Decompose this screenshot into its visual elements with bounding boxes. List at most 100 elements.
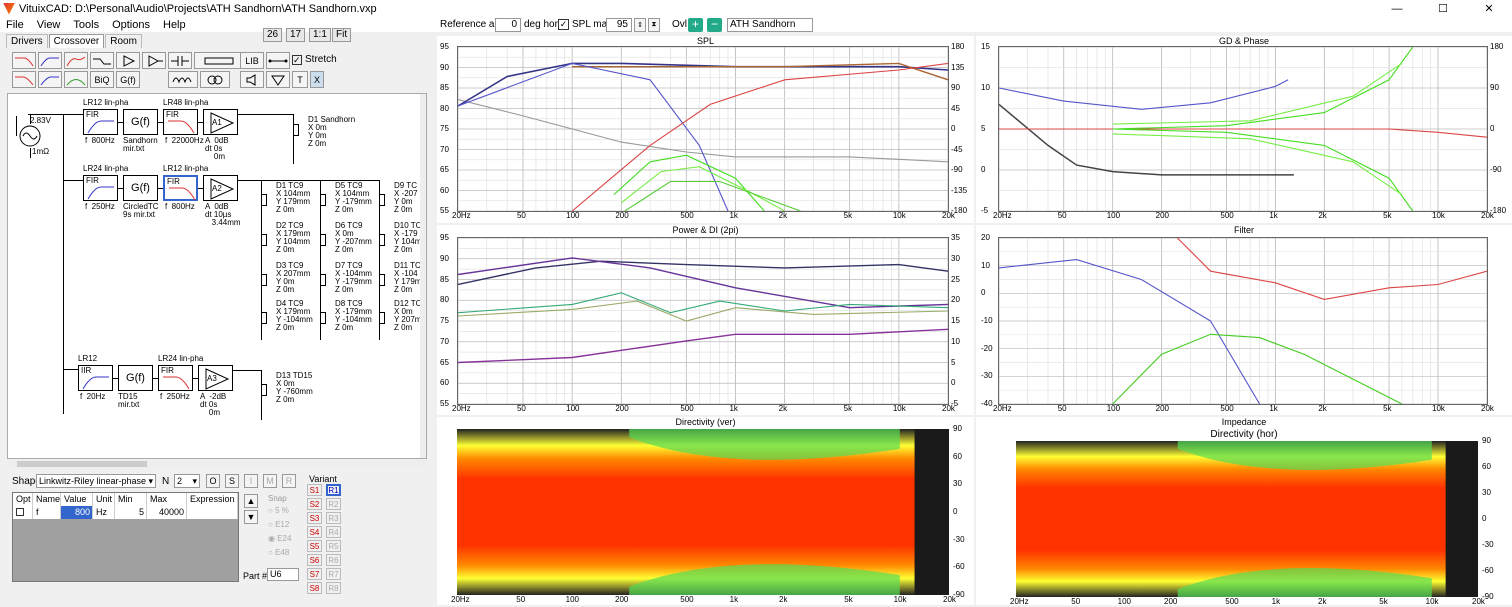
variant-r6[interactable]: R6: [326, 554, 341, 566]
tab-room[interactable]: Room: [105, 34, 142, 48]
variant-r8[interactable]: R8: [326, 582, 341, 594]
filter-plot[interactable]: 20 10 0 -10 -20 -30 -40 20Hz 50 100 200 500 1k 2k 5k 10…: [981, 234, 1494, 413]
filter-block[interactable]: FIR: [158, 365, 193, 391]
tab-crossover[interactable]: Crossover: [48, 34, 105, 48]
snap-option[interactable]: ○ E48: [268, 548, 289, 557]
inverter-icon[interactable]: [142, 52, 166, 69]
hourglass-icon[interactable]: ⧗: [648, 18, 660, 32]
variant-s2[interactable]: S2: [307, 498, 322, 510]
variant-s1[interactable]: S1: [307, 484, 322, 496]
bandpass-green-icon[interactable]: [64, 71, 88, 88]
bandpass-red-icon[interactable]: [64, 52, 88, 69]
filter-block[interactable]: FIR: [163, 109, 198, 135]
amp-block[interactable]: A2: [203, 175, 238, 201]
power-plot[interactable]: 95 90 85 80 75 70 65 60 55 35 30 25 20 15 10 5 0 -5 20Hz 50…: [440, 234, 960, 413]
variant-s6[interactable]: S6: [307, 554, 322, 566]
filter-block[interactable]: FIR: [83, 175, 118, 201]
amp-block[interactable]: A3: [198, 365, 233, 391]
variant-r1[interactable]: R1: [326, 484, 341, 496]
ref-angle-input[interactable]: 0: [495, 18, 521, 32]
snap-option[interactable]: ◉ E24: [268, 534, 291, 543]
variant-r2[interactable]: R2: [326, 498, 341, 510]
move-up-icon[interactable]: ▲: [244, 494, 258, 508]
x-button[interactable]: X: [310, 71, 324, 88]
opt-r-button[interactable]: R: [282, 474, 296, 488]
schematic-vscrollbar[interactable]: [420, 94, 426, 458]
wire-icon[interactable]: [266, 52, 290, 69]
resistor-icon[interactable]: [194, 52, 244, 69]
variant-r5[interactable]: R5: [326, 540, 341, 552]
variant-s3[interactable]: S3: [307, 512, 322, 524]
variant-r3[interactable]: R3: [326, 512, 341, 524]
gf-button[interactable]: G(f): [116, 71, 140, 88]
spl-max-checkbox[interactable]: ✓: [558, 19, 569, 30]
remove-overlay-icon[interactable]: −: [707, 18, 722, 32]
highpass-blue-2-icon[interactable]: [38, 71, 62, 88]
stretch-checkbox[interactable]: ✓ Stretch: [292, 54, 337, 65]
opt-i-button[interactable]: I: [244, 474, 258, 488]
menu-help[interactable]: Help: [163, 19, 186, 31]
ground-icon[interactable]: [266, 71, 290, 88]
zoom-fit-button[interactable]: Fit: [332, 28, 352, 42]
overlay-name-input[interactable]: ATH Sandhorn: [727, 18, 813, 32]
gf-block[interactable]: G(f): [123, 175, 158, 201]
filter-block-selected[interactable]: FIR: [163, 175, 198, 201]
snap-option[interactable]: ○ 5 %: [268, 506, 289, 515]
lowpass-red-2-icon[interactable]: [12, 71, 36, 88]
inductor-icon[interactable]: [168, 71, 198, 88]
add-overlay-icon[interactable]: +: [688, 18, 703, 32]
highpass-blue-icon[interactable]: [38, 52, 62, 69]
schematic-canvas[interactable]: 2.83V 1mΩ LR12 lin-pha FIR f 800Hz G(f) …: [7, 93, 427, 459]
variant-r7[interactable]: R7: [326, 568, 341, 580]
order-select[interactable]: 2 ▾: [174, 474, 200, 488]
lowpass-red-icon[interactable]: [12, 52, 36, 69]
directivity-ver-plot[interactable]: 90 60 30 0 -30 -60 -90 20Hz 50 100 200 500 1k 2k 5k 10k…: [451, 425, 965, 604]
lib-button[interactable]: LIB: [240, 52, 264, 69]
menu-file[interactable]: File: [6, 19, 24, 31]
menu-view[interactable]: View: [37, 19, 61, 31]
menu-tools[interactable]: Tools: [73, 19, 99, 31]
t-button[interactable]: T: [292, 71, 308, 88]
variant-s5[interactable]: S5: [307, 540, 322, 552]
directivity-hor-plot[interactable]: 90 60 30 0 -30 -60 -90 20Hz 50 100 200 500 1k 2k 5k 10k…: [1010, 437, 1494, 606]
buffer-icon[interactable]: [116, 52, 140, 69]
opt-checkbox[interactable]: [16, 508, 24, 516]
close-button[interactable]: ✕: [1466, 0, 1512, 17]
filter-block[interactable]: IIR: [78, 365, 113, 391]
opt-m-button[interactable]: M: [263, 474, 277, 488]
gf-block[interactable]: G(f): [123, 109, 158, 135]
menu-options[interactable]: Options: [112, 19, 150, 31]
driver-label: D3 TC9 X 207mm Y 0m Z 0m: [276, 261, 311, 294]
maximize-button[interactable]: ☐: [1420, 0, 1466, 17]
snap-option[interactable]: ○ E12: [268, 520, 289, 529]
opt-o-button[interactable]: O: [206, 474, 220, 488]
filter-block[interactable]: FIR: [83, 109, 118, 135]
zoom-26-button[interactable]: 26: [263, 28, 283, 42]
capacitor-icon[interactable]: [168, 52, 192, 69]
schematic-hscrollbar[interactable]: [7, 460, 427, 468]
gd-plot[interactable]: 15 10 5 0 -5 180 90 0 -90 -180 20Hz 50 100 200 500 1k 2k…: [981, 43, 1506, 220]
amp-block[interactable]: A1: [203, 109, 238, 135]
tab-drivers[interactable]: Drivers: [6, 34, 48, 48]
shelf-icon[interactable]: [90, 52, 114, 69]
zoom-17-button[interactable]: 17: [286, 28, 306, 42]
shape-select[interactable]: Linkwitz-Riley linear-phase ▾: [36, 474, 156, 488]
variant-s7[interactable]: S7: [307, 568, 322, 580]
value-cell[interactable]: 800: [61, 506, 93, 519]
table-row[interactable]: f 800 Hz 5 40000: [13, 506, 238, 519]
transformer-icon[interactable]: [200, 71, 230, 88]
variant-s4[interactable]: S4: [307, 526, 322, 538]
speaker-icon[interactable]: [240, 71, 264, 88]
zoom-1to1-button[interactable]: 1:1: [309, 28, 331, 42]
move-down-icon[interactable]: ▼: [244, 510, 258, 524]
part-input[interactable]: U6: [267, 568, 299, 581]
variant-r4[interactable]: R4: [326, 526, 341, 538]
variant-s8[interactable]: S8: [307, 582, 322, 594]
spl-max-spinner-icon[interactable]: ⇕: [634, 18, 646, 32]
minimize-button[interactable]: —: [1374, 0, 1420, 17]
spl-max-input[interactable]: 95: [606, 18, 632, 32]
spl-plot[interactable]: 95 90 85 80 75 70 65 60 55 180 135 90 45 0 -45 -90 -135-…: [440, 43, 967, 220]
opt-s-button[interactable]: S: [225, 474, 239, 488]
gf-block[interactable]: G(f): [118, 365, 153, 391]
biquad-button[interactable]: BiQ: [90, 71, 114, 88]
